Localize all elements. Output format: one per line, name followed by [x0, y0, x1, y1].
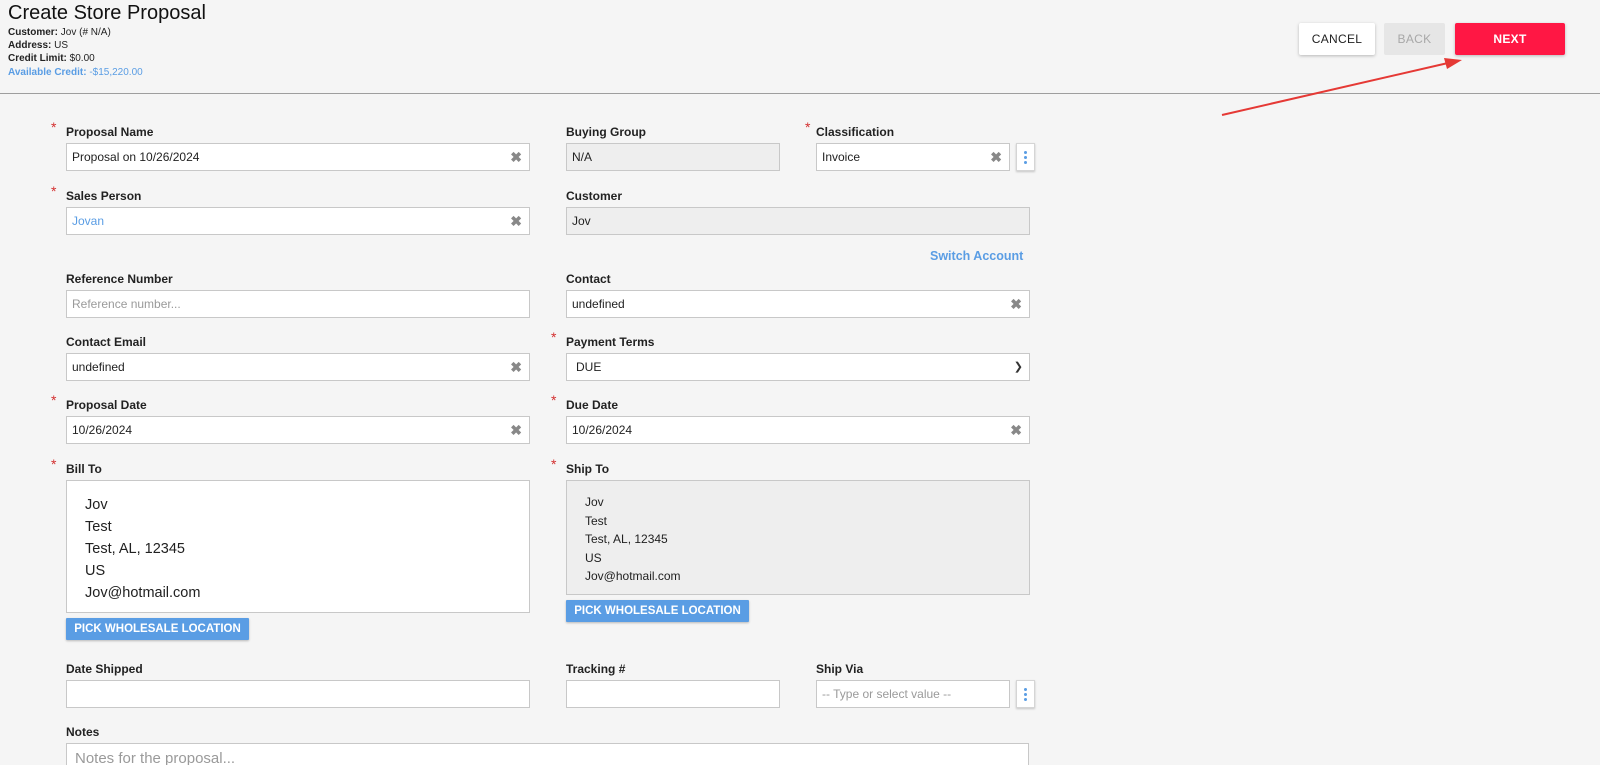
required-marker: * [51, 183, 57, 199]
date-shipped-input[interactable] [66, 680, 530, 708]
ship-via-input[interactable]: -- Type or select value -- [816, 680, 1010, 708]
buying-group-value: N/A [572, 150, 593, 164]
customer-field-value: Jov [572, 214, 591, 228]
proposal-date-label: Proposal Date [66, 398, 147, 412]
notes-textarea[interactable]: Notes for the proposal... [66, 743, 1029, 765]
customer-field: Jov [566, 207, 1030, 235]
bill-to-line: US [85, 563, 106, 579]
required-marker: * [51, 392, 57, 408]
bill-to-textarea[interactable]: Jov Test Test, AL, 12345 US Jov@hotmail.… [66, 480, 530, 613]
tracking-input[interactable] [566, 680, 780, 708]
customer-field-label: Customer [566, 189, 623, 203]
sales-person-label: Sales Person [66, 189, 142, 203]
ship-to-label: Ship To [566, 462, 610, 476]
due-date-label: Due Date [566, 398, 619, 412]
ship-to-line: Test, AL, 12345 [585, 532, 668, 546]
required-marker: * [551, 392, 557, 408]
annotation-arrow [1221, 58, 1462, 116]
ship-via-label: Ship Via [816, 662, 864, 676]
reference-number-input[interactable]: Reference number... [66, 290, 530, 318]
chevron-down-icon: ❯ [1013, 361, 1023, 373]
proposal-date-input[interactable]: 10/26/2024 ✖ [66, 416, 530, 444]
ship-via-placeholder: -- Type or select value -- [822, 687, 952, 701]
bill-to-line: Test [85, 519, 112, 535]
back-button[interactable]: BACK [1384, 23, 1445, 55]
required-marker: * [551, 456, 557, 472]
available-credit-value: -$15,220.00 [89, 66, 143, 78]
clear-x-icon[interactable]: ✖ [510, 354, 522, 380]
required-marker: * [51, 119, 57, 135]
address-value: US [54, 40, 69, 52]
contact-label: Contact [566, 272, 611, 286]
proposal-name-label: Proposal Name [66, 125, 154, 139]
classification-more-vertical-icon[interactable] [1016, 143, 1035, 171]
contact-email-label: Contact Email [66, 335, 147, 349]
cancel-button[interactable]: CANCEL [1299, 23, 1375, 55]
notes-placeholder: Notes for the proposal... [75, 750, 236, 765]
customer-value: Jov (# N/A) [60, 27, 111, 38]
reference-number-placeholder: Reference number... [72, 297, 181, 311]
classification-label: Classification [816, 125, 895, 139]
clear-x-icon[interactable]: ✖ [1010, 417, 1022, 443]
reference-number-label: Reference Number [66, 272, 173, 286]
sales-person-input[interactable]: Jovan ✖ [66, 207, 530, 235]
clear-x-icon[interactable]: ✖ [1010, 291, 1022, 317]
clear-x-icon[interactable]: ✖ [510, 417, 522, 443]
payment-terms-value: DUE [576, 360, 602, 374]
contact-input[interactable]: undefined ✖ [566, 290, 1030, 318]
clear-x-icon[interactable]: ✖ [510, 208, 522, 234]
ship-to-line: US [585, 550, 602, 565]
required-marker: * [805, 119, 811, 135]
proposal-name-value: Proposal on 10/26/2024 [72, 150, 200, 164]
bill-to-label: Bill To [66, 462, 102, 476]
ship-to-line: Test [585, 513, 608, 528]
payment-terms-select[interactable]: DUE ❯ [566, 353, 1030, 381]
credit-limit-value: $0.00 [69, 53, 95, 65]
page-header: Create Store Proposal Customer: Jov (# N… [0, 0, 1600, 94]
due-date-value: 10/26/2024 [572, 423, 633, 437]
address-label: Address: [8, 40, 52, 52]
bill-to-line: Jov [85, 497, 108, 513]
bill-to-line: Test, AL, 12345 [85, 541, 185, 557]
ship-to-box: Jov Test Test, AL, 12345 US Jov@hotmail.… [566, 480, 1030, 595]
notes-label: Notes [66, 725, 100, 739]
customer-summary: Customer: Jov (# N/A) Address: US Credit… [8, 26, 143, 79]
clear-x-icon[interactable]: ✖ [510, 144, 522, 170]
clear-x-icon[interactable]: ✖ [990, 144, 1002, 170]
tracking-label: Tracking # [566, 662, 626, 676]
contact-email-value: undefined [72, 360, 125, 374]
date-shipped-label: Date Shipped [66, 662, 143, 676]
required-marker: * [51, 456, 57, 472]
ship-to-pick-location-button[interactable]: PICK WHOLESALE LOCATION [566, 600, 749, 622]
ship-to-line: Jov@hotmail.com [585, 569, 681, 583]
contact-value: undefined [572, 297, 625, 311]
contact-email-input[interactable]: undefined ✖ [66, 353, 530, 381]
customer-label: Customer: [8, 27, 59, 38]
bill-to-line: Jov@hotmail.com [85, 585, 201, 601]
due-date-input[interactable]: 10/26/2024 ✖ [566, 416, 1030, 444]
bill-to-pick-location-button[interactable]: PICK WHOLESALE LOCATION [66, 618, 249, 640]
proposal-name-input[interactable]: Proposal on 10/26/2024 ✖ [66, 143, 530, 171]
buying-group-field: N/A [566, 143, 780, 171]
available-credit-label: Available Credit: [8, 66, 87, 78]
payment-terms-label: Payment Terms [566, 335, 655, 349]
ship-via-more-vertical-icon[interactable] [1016, 680, 1035, 708]
buying-group-label: Buying Group [566, 125, 646, 139]
switch-account-link[interactable]: Switch Account [930, 249, 1023, 263]
sales-person-value: Jovan [72, 214, 105, 228]
classification-value: Invoice [822, 150, 861, 164]
page-title: Create Store Proposal [8, 2, 206, 24]
classification-input[interactable]: Invoice ✖ [816, 143, 1010, 171]
ship-to-line: Jov [585, 495, 604, 509]
credit-limit-label: Credit Limit: [8, 53, 67, 65]
next-button[interactable]: NEXT [1455, 23, 1565, 55]
proposal-date-value: 10/26/2024 [72, 423, 133, 437]
required-marker: * [551, 329, 557, 345]
